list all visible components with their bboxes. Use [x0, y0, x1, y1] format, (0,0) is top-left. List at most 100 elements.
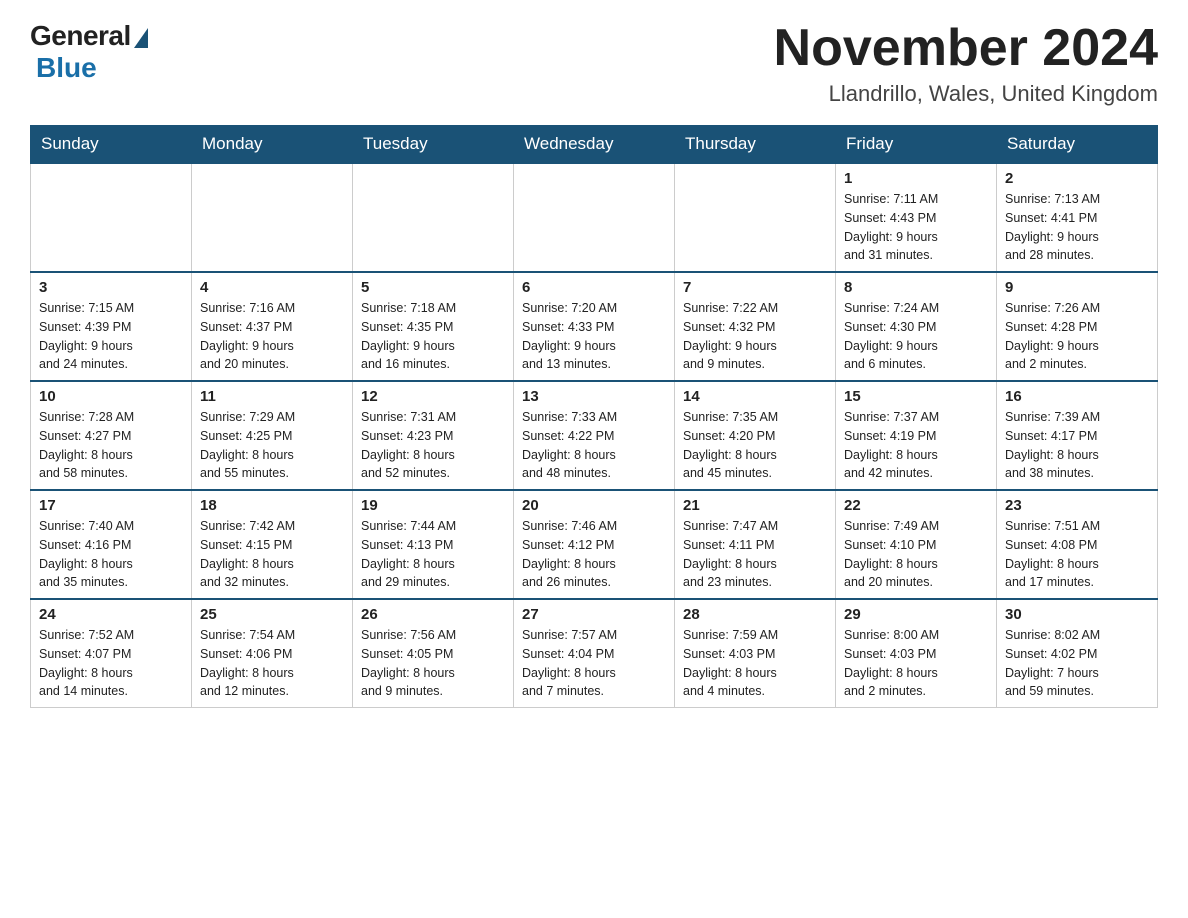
- logo-triangle-icon: [134, 28, 148, 48]
- calendar-day-cell: 6 Sunrise: 7:20 AM Sunset: 4:33 PM Daylig…: [514, 272, 675, 381]
- day-number: 10: [39, 388, 183, 405]
- day-info: Sunrise: 7:46 AM Sunset: 4:12 PM Dayligh…: [522, 517, 666, 592]
- calendar-day-cell: 12 Sunrise: 7:31 AM Sunset: 4:23 PM Dayli…: [353, 381, 514, 490]
- calendar-week-row: 10 Sunrise: 7:28 AM Sunset: 4:27 PM Dayli…: [31, 381, 1158, 490]
- calendar-day-cell: 23 Sunrise: 7:51 AM Sunset: 4:08 PM Dayli…: [997, 490, 1158, 599]
- day-number: 4: [200, 279, 344, 296]
- day-number: 29: [844, 606, 988, 623]
- day-info: Sunrise: 7:39 AM Sunset: 4:17 PM Dayligh…: [1005, 408, 1149, 483]
- logo: General Blue: [30, 20, 148, 84]
- calendar-day-cell: [192, 163, 353, 272]
- calendar-day-cell: 13 Sunrise: 7:33 AM Sunset: 4:22 PM Dayli…: [514, 381, 675, 490]
- day-number: 5: [361, 279, 505, 296]
- day-number: 11: [200, 388, 344, 405]
- day-number: 6: [522, 279, 666, 296]
- day-info: Sunrise: 7:44 AM Sunset: 4:13 PM Dayligh…: [361, 517, 505, 592]
- day-number: 27: [522, 606, 666, 623]
- calendar-day-cell: 8Sunrise: 7:24 AM Sunset: 4:30 PM Daylig…: [836, 272, 997, 381]
- day-number: 1: [844, 170, 988, 187]
- day-number: 16: [1005, 388, 1149, 405]
- day-number: 15: [844, 388, 988, 405]
- calendar-day-header: Tuesday: [353, 126, 514, 164]
- day-info: Sunrise: 7:52 AM Sunset: 4:07 PM Dayligh…: [39, 626, 183, 701]
- calendar-day-header: Wednesday: [514, 126, 675, 164]
- day-number: 28: [683, 606, 827, 623]
- day-number: 13: [522, 388, 666, 405]
- day-number: 12: [361, 388, 505, 405]
- calendar-day-cell: 14Sunrise: 7:35 AM Sunset: 4:20 PM Dayli…: [675, 381, 836, 490]
- day-info: Sunrise: 7:49 AM Sunset: 4:10 PM Dayligh…: [844, 517, 988, 592]
- calendar-day-cell: 16 Sunrise: 7:39 AM Sunset: 4:17 PM Dayli…: [997, 381, 1158, 490]
- logo-text-general: General: [30, 20, 131, 52]
- calendar-day-cell: 25 Sunrise: 7:54 AM Sunset: 4:06 PM Dayli…: [192, 599, 353, 708]
- day-info: Sunrise: 7:15 AM Sunset: 4:39 PM Dayligh…: [39, 299, 183, 374]
- calendar-day-cell: [514, 163, 675, 272]
- calendar-day-cell: 11Sunrise: 7:29 AM Sunset: 4:25 PM Dayli…: [192, 381, 353, 490]
- location-subtitle: Llandrillo, Wales, United Kingdom: [774, 81, 1158, 107]
- day-info: Sunrise: 7:11 AM Sunset: 4:43 PM Dayligh…: [844, 190, 988, 265]
- day-number: 23: [1005, 497, 1149, 514]
- calendar-table: SundayMondayTuesdayWednesdayThursdayFrid…: [30, 125, 1158, 708]
- calendar-day-cell: 17 Sunrise: 7:40 AM Sunset: 4:16 PM Dayli…: [31, 490, 192, 599]
- calendar-day-cell: 28 Sunrise: 7:59 AM Sunset: 4:03 PM Dayli…: [675, 599, 836, 708]
- calendar-day-cell: 4 Sunrise: 7:16 AM Sunset: 4:37 PM Daylig…: [192, 272, 353, 381]
- day-info: Sunrise: 7:51 AM Sunset: 4:08 PM Dayligh…: [1005, 517, 1149, 592]
- calendar-day-header: Thursday: [675, 126, 836, 164]
- day-info: Sunrise: 7:33 AM Sunset: 4:22 PM Dayligh…: [522, 408, 666, 483]
- day-number: 20: [522, 497, 666, 514]
- calendar-week-row: 24 Sunrise: 7:52 AM Sunset: 4:07 PM Dayli…: [31, 599, 1158, 708]
- day-info: Sunrise: 7:28 AM Sunset: 4:27 PM Dayligh…: [39, 408, 183, 483]
- calendar-day-cell: 2Sunrise: 7:13 AM Sunset: 4:41 PM Daylig…: [997, 163, 1158, 272]
- day-info: Sunrise: 7:40 AM Sunset: 4:16 PM Dayligh…: [39, 517, 183, 592]
- logo-text-blue: Blue: [36, 52, 97, 84]
- day-number: 25: [200, 606, 344, 623]
- calendar-day-cell: 26Sunrise: 7:56 AM Sunset: 4:05 PM Dayli…: [353, 599, 514, 708]
- calendar-day-cell: 9Sunrise: 7:26 AM Sunset: 4:28 PM Daylig…: [997, 272, 1158, 381]
- day-info: Sunrise: 7:59 AM Sunset: 4:03 PM Dayligh…: [683, 626, 827, 701]
- calendar-day-cell: 19 Sunrise: 7:44 AM Sunset: 4:13 PM Dayli…: [353, 490, 514, 599]
- day-info: Sunrise: 7:26 AM Sunset: 4:28 PM Dayligh…: [1005, 299, 1149, 374]
- day-number: 24: [39, 606, 183, 623]
- day-number: 18: [200, 497, 344, 514]
- day-info: Sunrise: 7:24 AM Sunset: 4:30 PM Dayligh…: [844, 299, 988, 374]
- day-info: Sunrise: 7:57 AM Sunset: 4:04 PM Dayligh…: [522, 626, 666, 701]
- calendar-day-cell: 24 Sunrise: 7:52 AM Sunset: 4:07 PM Dayli…: [31, 599, 192, 708]
- calendar-day-header: Friday: [836, 126, 997, 164]
- calendar-day-cell: 18 Sunrise: 7:42 AM Sunset: 4:15 PM Dayli…: [192, 490, 353, 599]
- day-number: 17: [39, 497, 183, 514]
- day-info: Sunrise: 7:20 AM Sunset: 4:33 PM Dayligh…: [522, 299, 666, 374]
- calendar-day-cell: 3 Sunrise: 7:15 AM Sunset: 4:39 PM Daylig…: [31, 272, 192, 381]
- calendar-day-cell: [353, 163, 514, 272]
- day-info: Sunrise: 7:16 AM Sunset: 4:37 PM Dayligh…: [200, 299, 344, 374]
- day-number: 30: [1005, 606, 1149, 623]
- day-info: Sunrise: 7:54 AM Sunset: 4:06 PM Dayligh…: [200, 626, 344, 701]
- day-number: 2: [1005, 170, 1149, 187]
- day-number: 14: [683, 388, 827, 405]
- calendar-week-row: 1 Sunrise: 7:11 AM Sunset: 4:43 PM Daylig…: [31, 163, 1158, 272]
- day-number: 22: [844, 497, 988, 514]
- day-number: 7: [683, 279, 827, 296]
- day-number: 19: [361, 497, 505, 514]
- calendar-day-header: Monday: [192, 126, 353, 164]
- calendar-day-cell: 10 Sunrise: 7:28 AM Sunset: 4:27 PM Dayli…: [31, 381, 192, 490]
- day-info: Sunrise: 8:02 AM Sunset: 4:02 PM Dayligh…: [1005, 626, 1149, 701]
- calendar-day-cell: 1 Sunrise: 7:11 AM Sunset: 4:43 PM Daylig…: [836, 163, 997, 272]
- day-info: Sunrise: 7:56 AM Sunset: 4:05 PM Dayligh…: [361, 626, 505, 701]
- day-info: Sunrise: 7:37 AM Sunset: 4:19 PM Dayligh…: [844, 408, 988, 483]
- day-info: Sunrise: 7:31 AM Sunset: 4:23 PM Dayligh…: [361, 408, 505, 483]
- calendar-header-row: SundayMondayTuesdayWednesdayThursdayFrid…: [31, 126, 1158, 164]
- calendar-day-cell: [675, 163, 836, 272]
- day-info: Sunrise: 7:22 AM Sunset: 4:32 PM Dayligh…: [683, 299, 827, 374]
- calendar-day-cell: 20 Sunrise: 7:46 AM Sunset: 4:12 PM Dayli…: [514, 490, 675, 599]
- day-info: Sunrise: 7:47 AM Sunset: 4:11 PM Dayligh…: [683, 517, 827, 592]
- calendar-week-row: 17 Sunrise: 7:40 AM Sunset: 4:16 PM Dayli…: [31, 490, 1158, 599]
- calendar-day-cell: 30 Sunrise: 8:02 AM Sunset: 4:02 PM Dayli…: [997, 599, 1158, 708]
- day-number: 21: [683, 497, 827, 514]
- title-block: November 2024 Llandrillo, Wales, United …: [774, 20, 1158, 107]
- calendar-day-cell: 29Sunrise: 8:00 AM Sunset: 4:03 PM Dayli…: [836, 599, 997, 708]
- day-info: Sunrise: 7:42 AM Sunset: 4:15 PM Dayligh…: [200, 517, 344, 592]
- calendar-day-cell: [31, 163, 192, 272]
- day-number: 3: [39, 279, 183, 296]
- calendar-day-cell: 21 Sunrise: 7:47 AM Sunset: 4:11 PM Dayli…: [675, 490, 836, 599]
- month-year-title: November 2024: [774, 20, 1158, 77]
